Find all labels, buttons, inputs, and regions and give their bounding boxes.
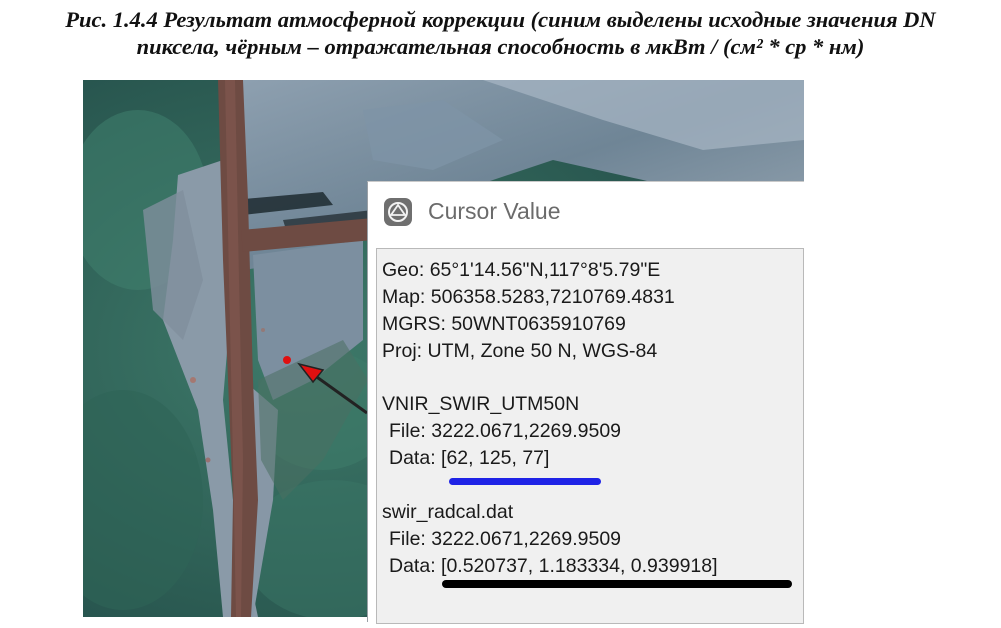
pixel-marker (283, 356, 291, 364)
cursor-value-app-icon (384, 198, 412, 226)
window-title: Cursor Value (428, 198, 561, 224)
layer-1-name: VNIR_SWIR_UTM50N (382, 393, 580, 415)
window-titlebar[interactable]: Cursor Value (368, 182, 804, 244)
layer-2-file: File: 3222.0671,2269.9509 (389, 528, 622, 550)
layer-1-file: File: 3222.0671,2269.9509 (389, 420, 622, 442)
reflectance-highlight-underline (442, 580, 792, 588)
cursor-value-window[interactable]: Cursor Value Geo: 65°1'14.56"N,117°8'5.7… (367, 181, 804, 624)
layer-2-name: swir_radcal.dat (382, 501, 514, 523)
caption-line-2: пиксела, чёрным – отражательная способно… (136, 34, 865, 59)
figure-caption: Рис. 1.4.4 Результат атмосферной коррекц… (0, 6, 1001, 60)
map-coordinates: Map: 506358.5283,7210769.4831 (382, 286, 675, 308)
geo-coordinates: Geo: 65°1'14.56"N,117°8'5.79"E (382, 259, 661, 281)
dn-highlight-underline (449, 478, 601, 485)
mgrs-coordinates: MGRS: 50WNT0635910769 (382, 313, 626, 335)
layer-2-data: Data: [0.520737, 1.183334, 0.939918] (389, 555, 718, 577)
caption-line-1: Рис. 1.4.4 Результат атмосферной коррекц… (65, 7, 936, 32)
layer-1-data: Data: [62, 125, 77] (389, 447, 550, 469)
projection-info: Proj: UTM, Zone 50 N, WGS-84 (382, 340, 658, 362)
cursor-value-content: Geo: 65°1'14.56"N,117°8'5.79"E Map: 5063… (376, 248, 804, 624)
